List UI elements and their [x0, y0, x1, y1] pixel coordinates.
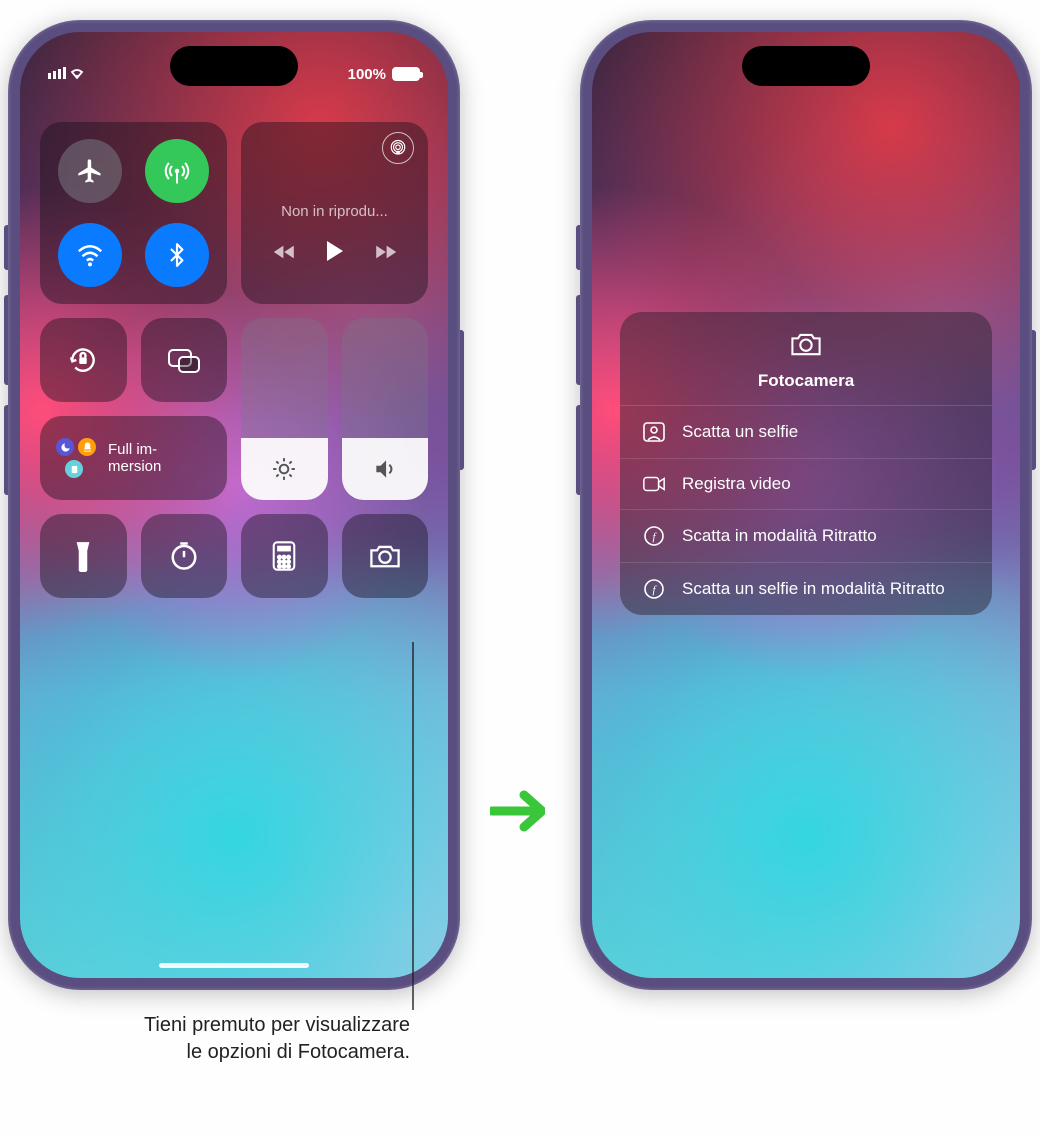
- portrait-icon: f: [642, 578, 666, 600]
- phone-left: 100%: [8, 20, 460, 990]
- phone-side-button: [1032, 330, 1036, 470]
- camera-button[interactable]: [342, 514, 429, 598]
- menu-item-label: Scatta un selfie: [682, 422, 798, 442]
- svg-text:f: f: [652, 531, 657, 543]
- camera-menu-item-selfie[interactable]: Scatta un selfie: [620, 406, 992, 459]
- airplane-mode-button[interactable]: [58, 139, 122, 203]
- flashlight-button[interactable]: [40, 514, 127, 598]
- control-center: Non in riprodu...: [40, 122, 428, 598]
- selfie-icon: [642, 421, 666, 443]
- battery-icon: [392, 67, 420, 81]
- focus-icons: [54, 436, 98, 480]
- dynamic-island: [742, 46, 870, 86]
- screen-left: 100%: [20, 32, 448, 978]
- brightness-slider[interactable]: [241, 318, 328, 500]
- portrait-icon: f: [642, 525, 666, 547]
- screen-right: Fotocamera Scatta un selfie: [592, 32, 1020, 978]
- bluetooth-button[interactable]: [145, 223, 209, 287]
- battery-percent-label: 100%: [348, 66, 386, 83]
- camera-context-menu: Fotocamera Scatta un selfie: [620, 312, 992, 615]
- wifi-button[interactable]: [58, 223, 122, 287]
- volume-icon: [372, 456, 398, 482]
- dynamic-island: [170, 46, 298, 86]
- now-playing-tile[interactable]: Non in riprodu...: [241, 122, 428, 304]
- caption-text: Tieni premuto per visualizzare le opzion…: [140, 1012, 410, 1066]
- camera-menu-item-portrait-selfie[interactable]: f Scatta un selfie in modalità Ritratto: [620, 563, 992, 615]
- phone-side-button: [460, 330, 464, 470]
- orientation-lock-button[interactable]: [40, 318, 127, 402]
- video-icon: [642, 475, 666, 493]
- camera-icon: [789, 330, 823, 358]
- timer-button[interactable]: [141, 514, 228, 598]
- arrow-icon: [490, 789, 550, 838]
- camera-menu-header: Fotocamera: [620, 312, 992, 406]
- forward-button[interactable]: [373, 241, 397, 267]
- connectivity-tile[interactable]: [40, 122, 227, 304]
- camera-menu-item-portrait[interactable]: f Scatta in modalità Ritratto: [620, 510, 992, 563]
- play-button[interactable]: [325, 238, 345, 269]
- phone-right: Fotocamera Scatta un selfie: [580, 20, 1032, 990]
- focus-label: Full im- mersion: [108, 441, 161, 476]
- screen-mirroring-button[interactable]: [141, 318, 228, 402]
- phone-action-button: [576, 225, 580, 270]
- calculator-button[interactable]: [241, 514, 328, 598]
- media-controls: [273, 238, 397, 269]
- camera-menu-item-video[interactable]: Registra video: [620, 459, 992, 510]
- cellular-wifi-icon: [48, 65, 94, 79]
- camera-menu-title: Fotocamera: [630, 371, 982, 391]
- airplay-button[interactable]: [382, 132, 414, 164]
- cellular-data-button[interactable]: [145, 139, 209, 203]
- volume-slider[interactable]: [342, 318, 429, 500]
- home-indicator[interactable]: [159, 963, 309, 968]
- rewind-button[interactable]: [273, 241, 297, 267]
- now-playing-label: Non in riprodu...: [281, 203, 388, 220]
- phone-action-button: [4, 225, 8, 270]
- menu-item-label: Registra video: [682, 474, 791, 494]
- brightness-icon: [271, 456, 297, 482]
- menu-item-label: Scatta un selfie in modalità Ritratto: [682, 579, 945, 599]
- status-left: [48, 65, 94, 83]
- svg-text:f: f: [652, 584, 657, 596]
- focus-button[interactable]: Full im- mersion: [40, 416, 227, 500]
- figure-layout: 100%: [0, 0, 1040, 1136]
- menu-item-label: Scatta in modalità Ritratto: [682, 526, 877, 546]
- status-right: 100%: [348, 66, 420, 83]
